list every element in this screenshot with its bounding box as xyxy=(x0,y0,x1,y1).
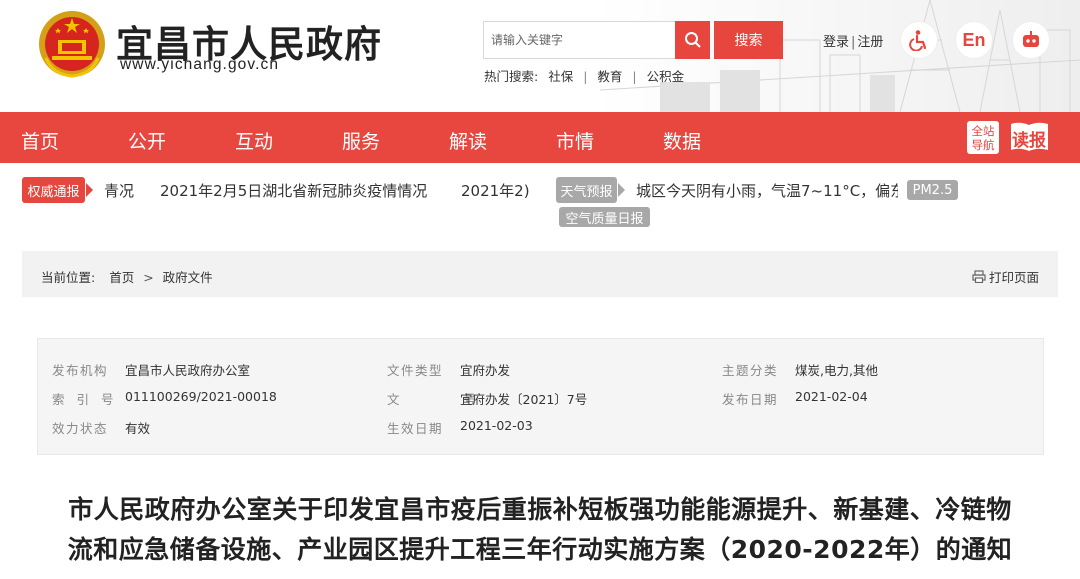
login-link[interactable]: 登录 xyxy=(823,35,849,50)
nav-item-service[interactable]: 服务 xyxy=(342,127,380,154)
site-nav-line2: 导航 xyxy=(971,138,995,152)
breadcrumb: 当前位置: 首页 > 政府文件 xyxy=(41,267,213,286)
weather-forecast-badge: 天气预报 xyxy=(556,177,617,203)
doctype-value: 宜府办发 xyxy=(460,363,511,378)
english-version-button[interactable]: En xyxy=(955,21,993,59)
breadcrumb-label: 当前位置: xyxy=(41,270,96,285)
breadcrumb-separator: > xyxy=(143,270,154,285)
print-page-label: 打印页面 xyxy=(989,270,1040,285)
accessibility-button[interactable] xyxy=(900,21,938,59)
robot-icon xyxy=(1023,31,1039,47)
search-icon xyxy=(684,32,701,48)
nav-item-open[interactable]: 公开 xyxy=(128,127,166,154)
breadcrumb-home[interactable]: 首页 xyxy=(109,270,134,285)
hot-search-label: 热门搜索: xyxy=(484,69,539,84)
national-emblem-logo xyxy=(39,11,105,78)
divider: | xyxy=(632,69,637,84)
docno-value: 宜府办发〔2021〕7号 xyxy=(460,392,588,407)
dubao-label: 读报 xyxy=(1012,131,1046,151)
document-title-line2: 流和应急储备设施、产业园区提升工程三年行动实施方案（2020-2022年）的通知 xyxy=(67,535,1013,564)
dubao-button[interactable]: 读报 xyxy=(1008,120,1051,155)
site-nav-line1: 全站 xyxy=(971,124,995,138)
hot-term-shebao[interactable]: 社保 xyxy=(548,69,573,84)
header: 宜昌市人民政府 www.yichang.gov.cn 搜索 热门搜索: 社保 |… xyxy=(0,0,1080,112)
effective-date-label: 生效日期 xyxy=(387,421,444,436)
robot-assistant-button[interactable] xyxy=(1012,21,1050,59)
validity-value: 有效 xyxy=(125,421,151,436)
official-notice-badge: 权威通报 xyxy=(22,177,85,203)
publish-date-value: 2021-02-04 xyxy=(795,389,868,404)
site-url: www.yichang.gov.cn xyxy=(120,56,280,73)
search-button[interactable]: 搜索 xyxy=(714,21,783,59)
nav-item-city[interactable]: 市情 xyxy=(556,127,594,154)
topic-value: 煤炭,电力,其他 xyxy=(795,363,878,378)
validity-label: 效力状态 xyxy=(52,421,109,436)
ticker-item[interactable]: 青况 xyxy=(104,180,134,201)
doctype-label: 文件类型 xyxy=(387,363,444,378)
divider: | xyxy=(851,35,856,50)
topic-label: 主题分类 xyxy=(722,363,779,378)
breadcrumb-section[interactable]: 政府文件 xyxy=(163,270,213,285)
issuer-value: 宜昌市人民政府办公室 xyxy=(125,363,251,378)
document-title: 市人民政府办公室关于印发宜昌市疫后重振补短板强功能能源提升、新基建、冷链物 流和… xyxy=(0,490,1080,570)
badge-arrow xyxy=(86,183,93,197)
site-navigation-button[interactable]: 全站 导航 xyxy=(967,121,999,154)
air-quality-badge[interactable]: 空气质量日报 xyxy=(559,207,650,227)
document-title-line1: 市人民政府办公室关于印发宜昌市疫后重振补短板强功能能源提升、新基建、冷链物 xyxy=(68,495,1012,524)
hot-term-gongjijin[interactable]: 公积金 xyxy=(647,69,685,84)
login-register: 登录 | 注册 xyxy=(823,31,883,50)
nav-item-interact[interactable]: 互动 xyxy=(235,127,273,154)
ticker-item[interactable]: 2021年2) xyxy=(461,180,533,201)
print-page-button[interactable]: 打印页面 xyxy=(972,267,1039,286)
nav-item-data[interactable]: 数据 xyxy=(663,127,701,154)
weather-text: 城区今天阴有小雨，气温7~11°C，偏东 xyxy=(636,182,898,200)
issuer-label: 发布机构 xyxy=(52,363,109,378)
nav-item-home[interactable]: 首页 xyxy=(21,127,59,154)
search-input[interactable] xyxy=(484,22,675,58)
ticker-item[interactable]: 2021年2月5日湖北省新冠肺炎疫情情况 xyxy=(160,180,427,201)
divider: | xyxy=(583,69,588,84)
accessibility-icon xyxy=(909,30,927,51)
hot-term-jiaoyu[interactable]: 教育 xyxy=(597,69,622,84)
printer-icon xyxy=(972,270,986,283)
index-value: 011100269/2021-00018 xyxy=(125,389,277,404)
index-label: 索 引 号 xyxy=(52,392,118,407)
pm25-badge[interactable]: PM2.5 xyxy=(907,180,958,200)
effective-date-value: 2021-02-03 xyxy=(460,418,533,433)
search-icon-button[interactable] xyxy=(675,21,710,59)
publish-date-label: 发布日期 xyxy=(722,392,779,407)
hot-search: 热门搜索: 社保 | 教育 | 公积金 xyxy=(484,66,684,85)
nav-item-interpret[interactable]: 解读 xyxy=(449,127,487,154)
register-link[interactable]: 注册 xyxy=(857,35,883,50)
badge-arrow xyxy=(618,183,625,197)
search-box xyxy=(483,21,675,59)
